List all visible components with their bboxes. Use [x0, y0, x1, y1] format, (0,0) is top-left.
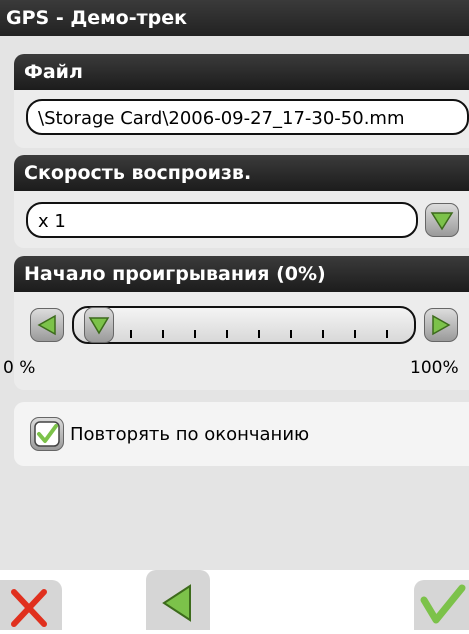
- repeat-label: Повторять по окончанию: [70, 424, 310, 445]
- right-arrow-icon: [432, 314, 451, 336]
- repeat-checkbox[interactable]: [30, 417, 64, 451]
- slider-min-label: 0 %: [3, 358, 36, 378]
- file-path-field[interactable]: \Storage Card\2006-09-27_17-30-50.mm: [26, 99, 469, 135]
- bottom-toolbar: [0, 570, 469, 630]
- checkmark-icon: [34, 421, 60, 447]
- speed-dropdown-button[interactable]: [425, 203, 459, 237]
- close-icon: [11, 589, 47, 627]
- back-button[interactable]: [146, 570, 210, 630]
- slider-decrease-button[interactable]: [30, 308, 64, 342]
- ok-button[interactable]: [414, 580, 469, 630]
- left-arrow-icon: [162, 584, 191, 622]
- speed-select[interactable]: x 1: [26, 202, 418, 238]
- checkmark-icon: [420, 584, 466, 624]
- window-title: GPS - Демо-трек: [0, 0, 469, 36]
- start-slider[interactable]: [72, 306, 416, 344]
- cancel-button[interactable]: [0, 580, 62, 630]
- left-arrow-icon: [37, 314, 56, 336]
- slider-increase-button[interactable]: [424, 308, 458, 342]
- slider-max-label: 100%: [410, 358, 459, 378]
- speed-header: Скорость воспроизв.: [14, 155, 469, 191]
- start-header: Начало проигрывания (0%): [14, 256, 469, 292]
- chevron-down-icon: [88, 317, 110, 335]
- file-header: Файл: [14, 54, 469, 90]
- slider-thumb[interactable]: [84, 307, 114, 343]
- chevron-down-icon: [430, 212, 454, 231]
